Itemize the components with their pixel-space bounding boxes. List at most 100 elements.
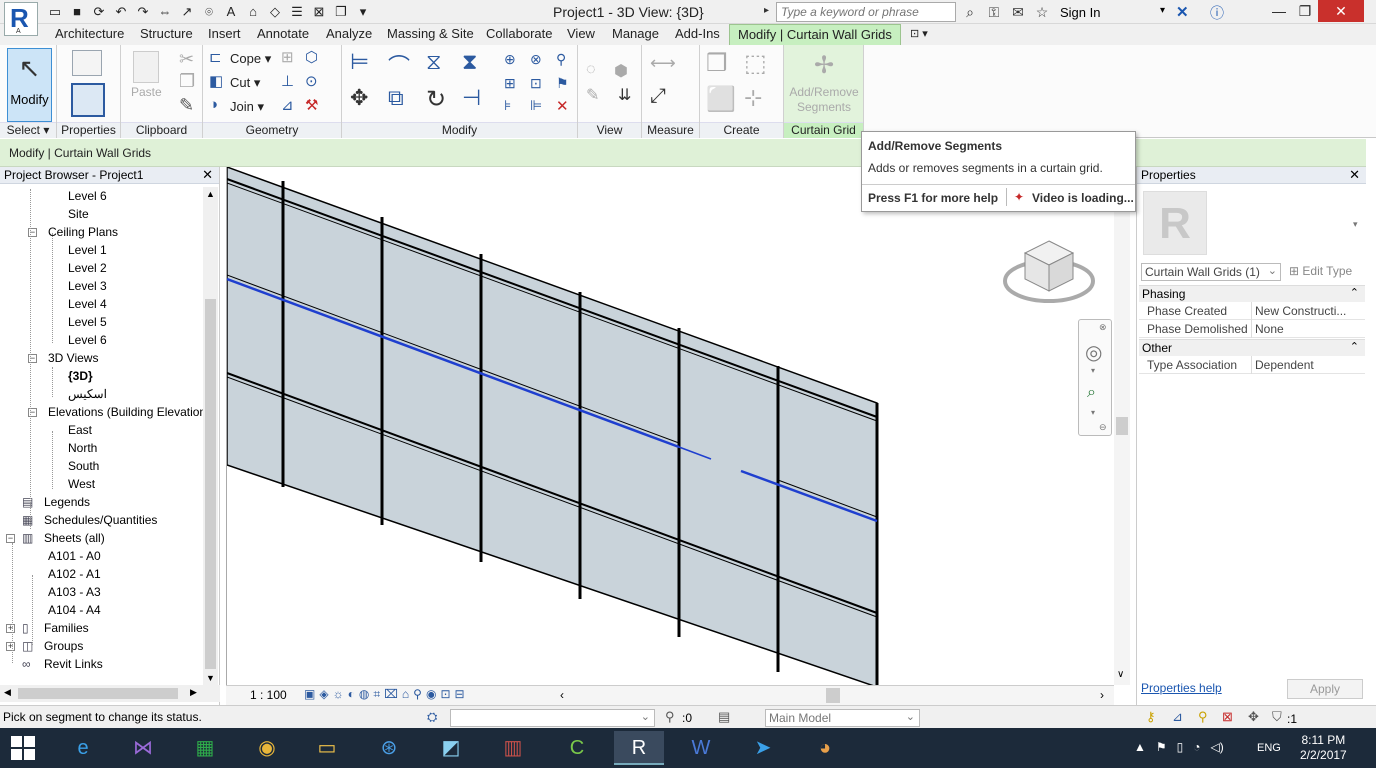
sun-path-icon[interactable]: ☼: [333, 687, 344, 702]
highlight-icon[interactable]: ⊟: [455, 687, 465, 702]
scale-icon[interactable]: ⊡: [530, 75, 542, 92]
override-icon[interactable]: ⬢: [614, 61, 628, 81]
start-button[interactable]: [10, 735, 36, 761]
canvas-hscroll-thumb[interactable]: [826, 688, 840, 703]
tree-item[interactable]: South: [68, 459, 99, 473]
tab-view[interactable]: View: [567, 26, 595, 41]
phase-created-value[interactable]: New Constructi...: [1255, 304, 1363, 318]
revit-taskbar-icon[interactable]: R: [614, 731, 664, 765]
temp-hide-icon[interactable]: ⚲: [413, 687, 422, 702]
drag-elements-icon[interactable]: ✥: [1248, 709, 1259, 725]
hscroll-right-icon[interactable]: ›: [1100, 688, 1104, 702]
sign-in-button[interactable]: Sign In: [1060, 5, 1100, 20]
text-icon[interactable]: A: [222, 3, 240, 21]
tab-manage[interactable]: Manage: [612, 26, 659, 41]
visual-style-icon[interactable]: ◈: [319, 687, 328, 702]
volume-icon[interactable]: ◁): [1211, 740, 1224, 754]
flag-icon[interactable]: ⚑: [1156, 740, 1167, 754]
measure-icon[interactable]: ⇔: [156, 3, 174, 21]
tree-item[interactable]: Elevations (Building Elevation: [48, 405, 206, 419]
canvas-vscrollbar[interactable]: ∨: [1114, 167, 1130, 685]
mirror-axis-icon[interactable]: ⧖: [426, 49, 441, 75]
steering-wheel-icon[interactable]: ◎: [1085, 340, 1102, 365]
nav-close-icon[interactable]: ⊗: [1099, 322, 1107, 333]
filter-icon[interactable]: ⇊: [618, 85, 631, 105]
tree-item[interactable]: Legends: [44, 495, 90, 509]
communication-icon[interactable]: ✉: [1008, 3, 1028, 21]
project-browser-hscrollbar[interactable]: ◀ ▶: [0, 685, 220, 702]
copy-element-icon[interactable]: ⧉: [388, 85, 404, 111]
store-icon[interactable]: ▦: [180, 731, 230, 765]
copy-icon[interactable]: ❐: [179, 71, 195, 92]
tree-item[interactable]: North: [68, 441, 97, 455]
close-icon[interactable]: ✕: [202, 167, 213, 183]
clock[interactable]: 8:11 PM 2/2/2017: [1300, 733, 1347, 763]
tree-item[interactable]: West: [68, 477, 95, 491]
cope-button[interactable]: Cope ▾: [230, 51, 271, 67]
properties-icon[interactable]: [71, 83, 105, 117]
tree-item[interactable]: Level 6: [68, 189, 107, 203]
close-hidden-icon[interactable]: ⊠: [310, 3, 328, 21]
subscription-icon[interactable]: ⚿: [984, 3, 1004, 21]
undo-icon[interactable]: ↶: [112, 3, 130, 21]
hscroll-left-icon[interactable]: ‹: [560, 688, 564, 702]
internet-explorer-icon[interactable]: e: [58, 731, 108, 765]
nav-options-icon[interactable]: ⊖: [1099, 422, 1107, 433]
properties-close-icon[interactable]: ✕: [1349, 167, 1360, 183]
ribbon-toggle-icon[interactable]: ⊡ ▾: [910, 27, 928, 40]
create-similar-icon[interactable]: ⊹: [744, 85, 762, 111]
notes-icon[interactable]: ◩: [426, 731, 476, 765]
tree-expand-toggle[interactable]: −: [6, 534, 15, 543]
qat-dropdown-icon[interactable]: ▾: [354, 3, 372, 21]
measure-between-icon[interactable]: ⟷: [650, 53, 676, 74]
thin-lines-icon[interactable]: ☰: [288, 3, 306, 21]
tree-item[interactable]: A101 - A0: [48, 549, 101, 563]
phase-demolished-value[interactable]: None: [1255, 322, 1363, 336]
select-dropdown[interactable]: Select ▾: [0, 122, 56, 138]
tab-analyze[interactable]: Analyze: [326, 26, 372, 41]
lock-view-icon[interactable]: ⌂: [402, 687, 409, 702]
tree-item[interactable]: Sheets (all): [44, 531, 105, 545]
filter-status-icon[interactable]: ⛉: [1272, 709, 1282, 725]
tree-expand-toggle[interactable]: +: [6, 642, 15, 651]
viewcube[interactable]: [1003, 235, 1095, 307]
tree-item[interactable]: اسکیس: [68, 387, 107, 401]
save-icon[interactable]: ■: [68, 3, 86, 21]
create-group-icon[interactable]: ⬜: [706, 85, 736, 114]
type-properties-icon[interactable]: [72, 50, 102, 76]
cut-button[interactable]: Cut ▾: [230, 75, 260, 91]
scroll-right-icon[interactable]: ▶: [190, 687, 197, 698]
tree-expand-toggle[interactable]: +: [6, 624, 15, 633]
section-icon[interactable]: ◇: [266, 3, 284, 21]
tab-annotate[interactable]: Annotate: [257, 26, 309, 41]
tree-item[interactable]: East: [68, 423, 92, 437]
network-icon[interactable]: ⊛: [364, 731, 414, 765]
design-options-icon[interactable]: ▤: [718, 709, 730, 725]
application-menu-button[interactable]: R A: [4, 2, 38, 36]
tab-insert[interactable]: Insert: [208, 26, 241, 41]
curtain-wall-drawing[interactable]: [227, 167, 1114, 685]
properties-help-link[interactable]: Properties help: [1141, 681, 1222, 695]
tab-architecture[interactable]: Architecture: [55, 26, 124, 41]
rotate-icon[interactable]: ↻: [426, 85, 446, 114]
wifi-icon[interactable]: ◔: [1193, 740, 1200, 754]
language-indicator[interactable]: ENG: [1257, 742, 1281, 754]
tree-item[interactable]: Schedules/Quantities: [44, 513, 157, 527]
crop-view-icon[interactable]: ⌗: [373, 687, 380, 702]
linework-icon[interactable]: ✎: [586, 85, 599, 105]
show-hidden-icon[interactable]: ▲: [1134, 740, 1146, 754]
select-links-icon[interactable]: ⚷: [1146, 709, 1156, 725]
visual-studio-icon[interactable]: ⋈: [118, 731, 168, 765]
edit-type-button[interactable]: ⊞ Edit Type: [1289, 264, 1352, 278]
crop-region-icon[interactable]: ⌧: [384, 687, 398, 702]
apply-button[interactable]: Apply: [1287, 679, 1363, 699]
demolish-icon[interactable]: ⚒: [305, 96, 318, 114]
type-selector[interactable]: Curtain Wall Grids (1) ⌄: [1141, 263, 1281, 281]
join-icon[interactable]: ◑: [209, 96, 218, 113]
analytical-icon[interactable]: ⊡: [440, 687, 450, 702]
wheel-dropdown-icon[interactable]: ▾: [1091, 366, 1095, 375]
join-button[interactable]: Join ▾: [230, 99, 264, 115]
modify-button[interactable]: ↖ Modify: [7, 48, 52, 122]
tree-item[interactable]: Level 3: [68, 279, 107, 293]
tab-massing-site[interactable]: Massing & Site: [387, 26, 474, 41]
